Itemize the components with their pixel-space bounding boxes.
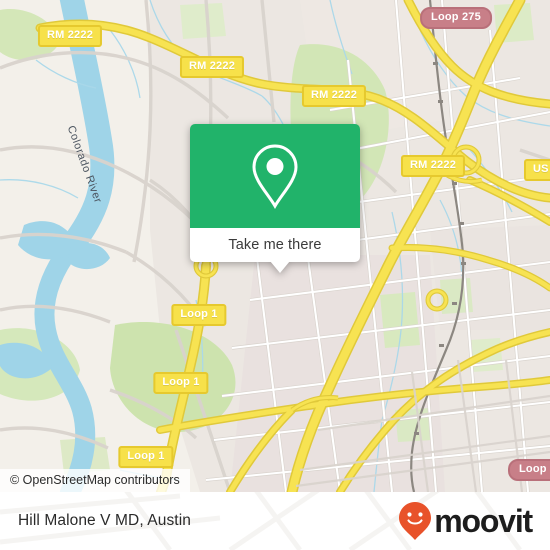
place-title: Hill Malone V MD, Austin bbox=[18, 512, 191, 529]
location-popup-card[interactable]: Take me there bbox=[190, 124, 360, 273]
map-attribution[interactable]: © OpenStreetMap contributors bbox=[0, 469, 190, 492]
map-screenshot: Colorado River RM 2222 RM 2222 RM 2222 R… bbox=[0, 0, 550, 550]
map-pin-icon bbox=[252, 144, 298, 209]
road-shield-us2[interactable]: US 2 bbox=[524, 159, 550, 181]
road-shield-loop1[interactable]: Loop 1 bbox=[118, 446, 174, 468]
road-shield-rm2222[interactable]: RM 2222 bbox=[301, 85, 367, 107]
moovit-wordmark: moovit bbox=[434, 503, 533, 539]
road-shield-rm2222[interactable]: RM 2222 bbox=[400, 155, 466, 177]
road-shield-loop1[interactable]: Loop 1 bbox=[171, 304, 227, 326]
take-me-there-button[interactable]: Take me there bbox=[228, 237, 321, 253]
road-shield-rm2222[interactable]: RM 2222 bbox=[37, 25, 103, 47]
map-viewport[interactable]: Colorado River RM 2222 RM 2222 RM 2222 R… bbox=[0, 0, 550, 492]
moovit-smiley-pin-icon bbox=[399, 502, 432, 540]
popup-action-area[interactable]: Take me there bbox=[190, 228, 360, 262]
road-shield-rm2222[interactable]: RM 2222 bbox=[179, 56, 245, 78]
popup-icon-area bbox=[190, 124, 360, 228]
road-shield-loop275[interactable]: Loop 275 bbox=[420, 7, 492, 29]
popup-pointer bbox=[270, 261, 290, 273]
road-shield-loop1[interactable]: Loop 1 bbox=[508, 459, 550, 481]
moovit-brand[interactable]: moovit bbox=[398, 501, 533, 541]
footer-bar: Hill Malone V MD, Austin moovit bbox=[0, 492, 550, 550]
road-shield-loop1[interactable]: Loop 1 bbox=[153, 372, 209, 394]
